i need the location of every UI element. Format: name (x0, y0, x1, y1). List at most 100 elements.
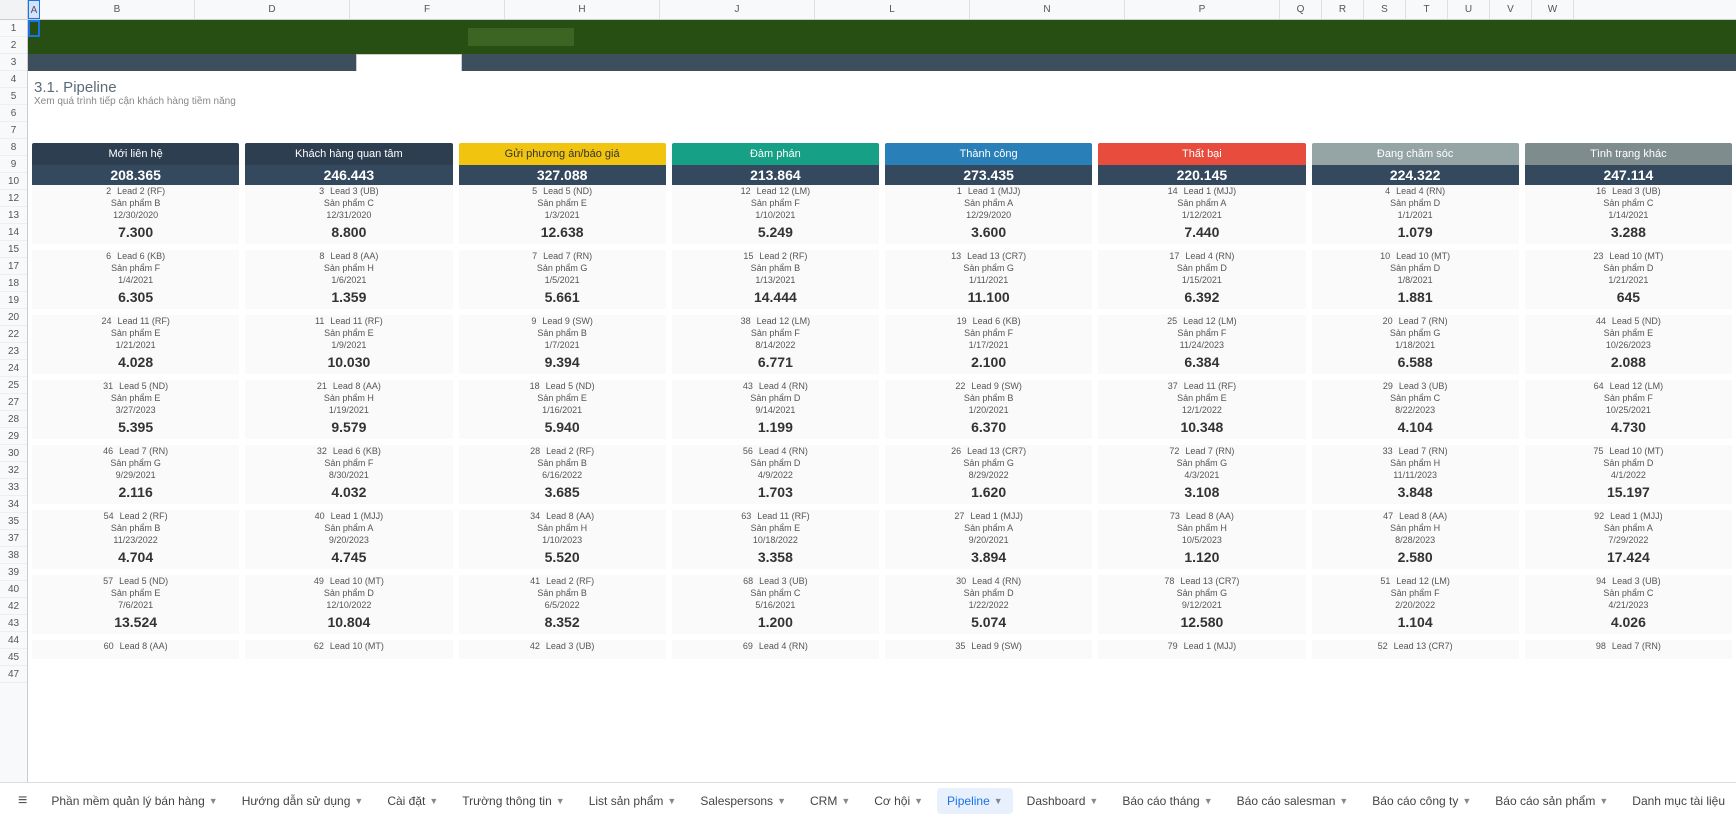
lead-card[interactable]: 63Lead 11 (RF) Sản phẩm E 10/18/2022 3.3… (672, 510, 879, 575)
row-header-12[interactable]: 12 (0, 190, 27, 207)
lead-card[interactable]: 22Lead 9 (SW) Sản phẩm B 1/20/2021 6.370 (885, 380, 1092, 445)
lead-card[interactable]: 31Lead 5 (ND) Sản phẩm E 3/27/2023 5.395 (32, 380, 239, 445)
tab-dropdown-icon[interactable]: ▼ (914, 796, 923, 806)
row-header-22[interactable]: 22 (0, 326, 27, 343)
lead-card[interactable]: 4Lead 4 (RN) Sản phẩm D 1/1/2021 1.079 (1312, 185, 1519, 250)
tab-dropdown-icon[interactable]: ▼ (556, 796, 565, 806)
sheet-tab-6[interactable]: CRM▼ (800, 788, 860, 814)
lead-card[interactable]: 40Lead 1 (MJJ) Sản phẩm A 9/20/2023 4.74… (245, 510, 452, 575)
row-header-27[interactable]: 27 (0, 394, 27, 411)
lead-card[interactable]: 98Lead 7 (RN) (1525, 640, 1732, 665)
row-header-17[interactable]: 17 (0, 258, 27, 275)
lead-card[interactable]: 11Lead 11 (RF) Sản phẩm E 1/9/2021 10.03… (245, 315, 452, 380)
lead-card[interactable]: 72Lead 7 (RN) Sản phẩm G 4/3/2021 3.108 (1098, 445, 1305, 510)
row-header-45[interactable]: 45 (0, 649, 27, 666)
tab-dropdown-icon[interactable]: ▼ (777, 796, 786, 806)
sheet-tab-5[interactable]: Salespersons▼ (690, 788, 796, 814)
lead-card[interactable]: 57Lead 5 (ND) Sản phẩm E 7/6/2021 13.524 (32, 575, 239, 640)
lead-card[interactable]: 60Lead 8 (AA) (32, 640, 239, 665)
lead-card[interactable]: 35Lead 9 (SW) (885, 640, 1092, 665)
col-header-P[interactable]: P (1125, 0, 1280, 19)
row-header-9[interactable]: 9 (0, 156, 27, 173)
sheet-tab-9[interactable]: Dashboard▼ (1017, 788, 1109, 814)
row-header-32[interactable]: 32 (0, 462, 27, 479)
col-header-W[interactable]: W (1532, 0, 1574, 19)
col-header-L[interactable]: L (815, 0, 970, 19)
sheet-tab-14[interactable]: Danh mục tài liệu tham khảo▼ (1622, 788, 1728, 814)
row-header-38[interactable]: 38 (0, 547, 27, 564)
row-header-10[interactable]: 10 (0, 173, 27, 190)
sheet-tab-8[interactable]: Pipeline▼ (937, 788, 1013, 814)
lead-card[interactable]: 92Lead 1 (MJJ) Sản phẩm A 7/29/2022 17.4… (1525, 510, 1732, 575)
row-header-23[interactable]: 23 (0, 343, 27, 360)
row-header-15[interactable]: 15 (0, 241, 27, 258)
row-header-4[interactable]: 4 (0, 71, 27, 88)
col-header-S[interactable]: S (1364, 0, 1406, 19)
lead-card[interactable]: 38Lead 12 (LM) Sản phẩm F 8/14/2022 6.77… (672, 315, 879, 380)
sheet-tab-2[interactable]: Cài đặt▼ (377, 788, 448, 814)
sheet-area[interactable]: 3.1. Pipeline Xem quá trình tiếp cận khá… (28, 20, 1736, 782)
col-header-N[interactable]: N (970, 0, 1125, 19)
lead-card[interactable]: 47Lead 8 (AA) Sản phẩm H 8/28/2023 2.580 (1312, 510, 1519, 575)
lead-card[interactable]: 16Lead 3 (UB) Sản phẩm C 1/14/2021 3.288 (1525, 185, 1732, 250)
col-header-U[interactable]: U (1448, 0, 1490, 19)
row-header-37[interactable]: 37 (0, 530, 27, 547)
row-header-8[interactable]: 8 (0, 139, 27, 156)
sheet-tab-3[interactable]: Trường thông tin▼ (452, 788, 574, 814)
row-header-42[interactable]: 42 (0, 598, 27, 615)
lead-card[interactable]: 30Lead 4 (RN) Sản phẩm D 1/22/2022 5.074 (885, 575, 1092, 640)
sheet-tab-11[interactable]: Báo cáo salesman▼ (1227, 788, 1359, 814)
col-header-Q[interactable]: Q (1280, 0, 1322, 19)
row-header-6[interactable]: 6 (0, 105, 27, 122)
row-header-7[interactable]: 7 (0, 122, 27, 139)
lead-card[interactable]: 13Lead 13 (CR7) Sản phẩm G 1/11/2021 11.… (885, 250, 1092, 315)
lead-card[interactable]: 54Lead 2 (RF) Sản phẩm B 11/23/2022 4.70… (32, 510, 239, 575)
lead-card[interactable]: 21Lead 8 (AA) Sản phẩm H 1/19/2021 9.579 (245, 380, 452, 445)
row-header-25[interactable]: 25 (0, 377, 27, 394)
lead-card[interactable]: 14Lead 1 (MJJ) Sản phẩm A 1/12/2021 7.44… (1098, 185, 1305, 250)
row-header-35[interactable]: 35 (0, 513, 27, 530)
lead-card[interactable]: 41Lead 2 (RF) Sản phẩm B 6/5/2022 8.352 (459, 575, 666, 640)
lead-card[interactable]: 69Lead 4 (RN) (672, 640, 879, 665)
lead-card[interactable]: 64Lead 12 (LM) Sản phẩm F 10/25/2021 4.7… (1525, 380, 1732, 445)
tab-dropdown-icon[interactable]: ▼ (1462, 796, 1471, 806)
row-header-13[interactable]: 13 (0, 207, 27, 224)
col-header-J[interactable]: J (660, 0, 815, 19)
sheet-tab-12[interactable]: Báo cáo công ty▼ (1362, 788, 1481, 814)
tab-dropdown-icon[interactable]: ▼ (667, 796, 676, 806)
row-header-19[interactable]: 19 (0, 292, 27, 309)
lead-card[interactable]: 19Lead 6 (KB) Sản phẩm F 1/17/2021 2.100 (885, 315, 1092, 380)
col-header-R[interactable]: R (1322, 0, 1364, 19)
lead-card[interactable]: 15Lead 2 (RF) Sản phẩm B 1/13/2021 14.44… (672, 250, 879, 315)
tab-dropdown-icon[interactable]: ▼ (1339, 796, 1348, 806)
row-header-39[interactable]: 39 (0, 564, 27, 581)
tab-dropdown-icon[interactable]: ▼ (429, 796, 438, 806)
lead-card[interactable]: 75Lead 10 (MT) Sản phẩm D 4/1/2022 15.19… (1525, 445, 1732, 510)
lead-card[interactable]: 24Lead 11 (RF) Sản phẩm E 1/21/2021 4.02… (32, 315, 239, 380)
lead-card[interactable]: 20Lead 7 (RN) Sản phẩm G 1/18/2021 6.588 (1312, 315, 1519, 380)
lead-card[interactable]: 29Lead 3 (UB) Sản phẩm C 8/22/2023 4.104 (1312, 380, 1519, 445)
row-header-28[interactable]: 28 (0, 411, 27, 428)
sheet-tab-1[interactable]: Hướng dẫn sử dụng▼ (232, 788, 374, 814)
lead-card[interactable]: 9Lead 9 (SW) Sản phẩm B 1/7/2021 9.394 (459, 315, 666, 380)
row-header-44[interactable]: 44 (0, 632, 27, 649)
lead-card[interactable]: 79Lead 1 (MJJ) (1098, 640, 1305, 665)
lead-card[interactable]: 2Lead 2 (RF) Sản phẩm B 12/30/2020 7.300 (32, 185, 239, 250)
lead-card[interactable]: 18Lead 5 (ND) Sản phẩm E 1/16/2021 5.940 (459, 380, 666, 445)
lead-card[interactable]: 7Lead 7 (RN) Sản phẩm G 1/5/2021 5.661 (459, 250, 666, 315)
col-header-H[interactable]: H (505, 0, 660, 19)
lead-card[interactable]: 78Lead 13 (CR7) Sản phẩm G 9/12/2021 12.… (1098, 575, 1305, 640)
row-header-5[interactable]: 5 (0, 88, 27, 105)
lead-card[interactable]: 62Lead 10 (MT) (245, 640, 452, 665)
select-all-corner[interactable] (0, 0, 28, 19)
row-header-14[interactable]: 14 (0, 224, 27, 241)
lead-card[interactable]: 27Lead 1 (MJJ) Sản phẩm A 9/20/2021 3.89… (885, 510, 1092, 575)
row-header-40[interactable]: 40 (0, 581, 27, 598)
lead-card[interactable]: 46Lead 7 (RN) Sản phẩm G 9/29/2021 2.116 (32, 445, 239, 510)
lead-card[interactable]: 34Lead 8 (AA) Sản phẩm H 1/10/2023 5.520 (459, 510, 666, 575)
tab-dropdown-icon[interactable]: ▼ (1599, 796, 1608, 806)
sheet-tab-0[interactable]: Phần mềm quản lý bán hàng▼ (41, 788, 227, 814)
tab-dropdown-icon[interactable]: ▼ (1089, 796, 1098, 806)
sheet-tab-13[interactable]: Báo cáo sản phẩm▼ (1485, 788, 1618, 814)
lead-card[interactable]: 26Lead 13 (CR7) Sản phẩm G 8/29/2022 1.6… (885, 445, 1092, 510)
